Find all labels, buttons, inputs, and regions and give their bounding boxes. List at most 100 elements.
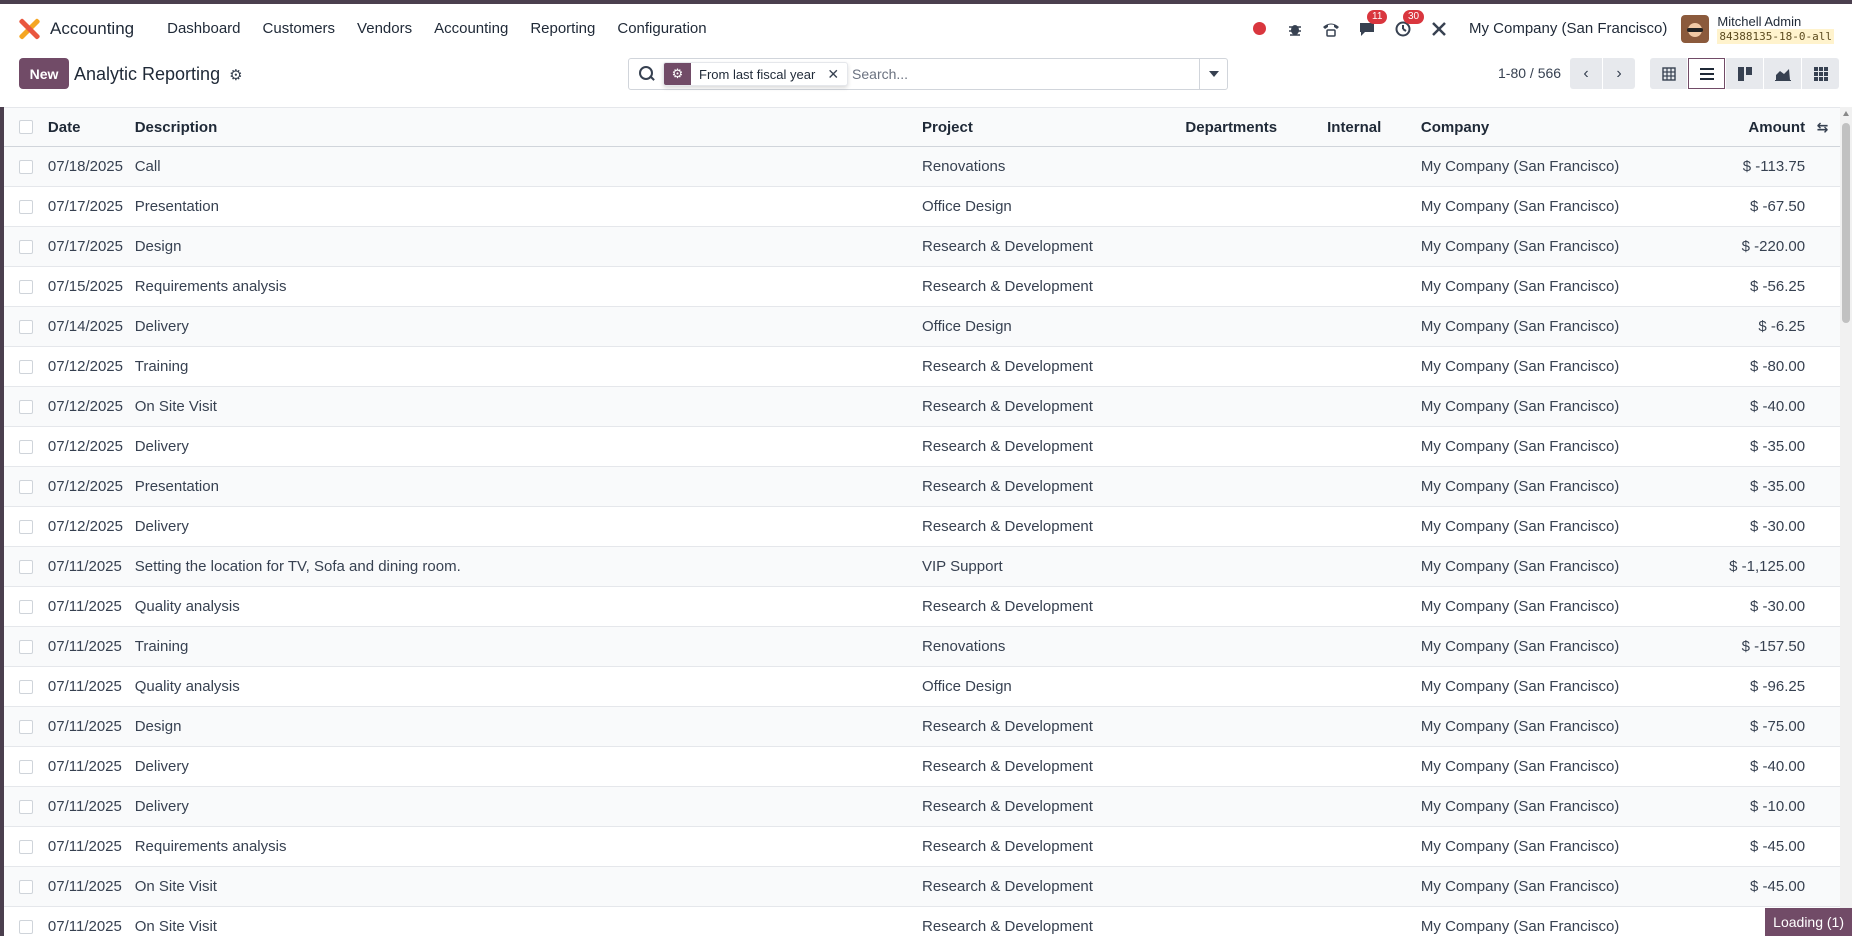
table-row[interactable]: 07/11/2025 Setting the location for TV, S…	[4, 547, 1840, 587]
row-checkbox[interactable]	[18, 279, 33, 294]
avatar	[1681, 14, 1710, 43]
scroll-up-icon[interactable]	[1843, 111, 1849, 116]
col-amount[interactable]: Amount	[1690, 119, 1805, 136]
kanban-view-icon[interactable]	[1726, 58, 1763, 89]
menu-vendors[interactable]: Vendors	[346, 20, 423, 37]
row-select-cell	[4, 279, 48, 294]
scrollbar[interactable]	[1840, 107, 1852, 936]
phone-icon[interactable]	[1321, 19, 1341, 39]
recording-dot-icon[interactable]	[1249, 19, 1269, 39]
cell-project: Research & Development	[922, 838, 1093, 855]
menu-customers[interactable]: Customers	[252, 20, 347, 37]
grid-view-icon[interactable]	[1802, 58, 1839, 89]
cell-project: Research & Development	[922, 518, 1093, 535]
col-project[interactable]: Project	[922, 119, 1185, 136]
table-row[interactable]: 07/11/2025 Delivery Research & Development…	[4, 787, 1840, 827]
row-checkbox[interactable]	[18, 599, 33, 614]
row-checkbox[interactable]	[18, 199, 33, 214]
pager-previous-button[interactable]: ‹	[1570, 58, 1602, 89]
table-row[interactable]: 07/11/2025 Design Research & Development My…	[4, 707, 1840, 747]
cell-description: Delivery	[134, 318, 189, 335]
row-checkbox[interactable]	[18, 919, 33, 934]
table-row[interactable]: 07/11/2025 Training Renovations My Company …	[4, 627, 1840, 667]
menu-configuration[interactable]: Configuration	[606, 20, 717, 37]
table-row[interactable]: 07/18/2025 Call Renovations My Company (San…	[4, 147, 1840, 187]
row-select-cell	[4, 359, 48, 374]
search-input[interactable]	[852, 66, 1199, 82]
bug-icon[interactable]	[1285, 19, 1305, 39]
table-row[interactable]: 07/12/2025 Training Research & Development…	[4, 347, 1840, 387]
row-select-cell	[4, 559, 48, 574]
table-row[interactable]: 07/12/2025 Delivery Research & Development…	[4, 507, 1840, 547]
col-company[interactable]: Company	[1421, 119, 1690, 136]
col-departments[interactable]: Departments	[1185, 119, 1327, 136]
tools-icon[interactable]	[1429, 19, 1449, 39]
row-checkbox[interactable]	[18, 679, 33, 694]
pager-next-button[interactable]: ›	[1603, 58, 1635, 89]
search-panel-toggle[interactable]	[1199, 59, 1227, 89]
row-checkbox[interactable]	[18, 399, 33, 414]
row-checkbox[interactable]	[18, 559, 33, 574]
table-row[interactable]: 07/11/2025 Delivery Research & Development…	[4, 747, 1840, 787]
table-row[interactable]: 07/11/2025 Requirements analysis Research …	[4, 827, 1840, 867]
table-row[interactable]: 07/15/2025 Requirements analysis Research …	[4, 267, 1840, 307]
table-row[interactable]: 07/11/2025 Quality analysis Research & Dev…	[4, 587, 1840, 627]
graph-view-icon[interactable]	[1764, 58, 1801, 89]
table-body: 07/18/2025 Call Renovations My Company (San…	[4, 147, 1840, 936]
row-checkbox[interactable]	[18, 799, 33, 814]
row-checkbox[interactable]	[18, 839, 33, 854]
activities-clock-icon[interactable]: 30	[1393, 9, 1425, 39]
menu-dashboard[interactable]: Dashboard	[156, 20, 251, 37]
cell-description: Design	[134, 238, 182, 255]
cell-company: My Company (San Francisco)	[1420, 478, 1620, 495]
search-facet[interactable]: ⚙ From last fiscal year ✕	[663, 62, 849, 86]
cell-company: My Company (San Francisco)	[1420, 198, 1620, 215]
table-row[interactable]: 07/17/2025 Presentation Office Design My Co…	[4, 187, 1840, 227]
table-row[interactable]: 07/14/2025 Delivery Office Design My Compan…	[4, 307, 1840, 347]
cell-company: My Company (San Francisco)	[1420, 838, 1620, 855]
cell-amount: $ -75.00	[1750, 718, 1806, 735]
col-date[interactable]: Date	[48, 119, 135, 136]
messages-icon[interactable]: 11	[1357, 9, 1388, 39]
row-select-cell	[4, 399, 48, 414]
row-checkbox[interactable]	[18, 759, 33, 774]
table-row[interactable]: 07/17/2025 Design Research & Development My…	[4, 227, 1840, 267]
row-checkbox[interactable]	[18, 159, 33, 174]
row-checkbox[interactable]	[18, 479, 33, 494]
table-row[interactable]: 07/11/2025 On Site Visit Research & Develo…	[4, 867, 1840, 907]
user-menu[interactable]: Mitchell Admin 84388135-18-0-all	[1681, 14, 1834, 44]
app-brand[interactable]: Accounting	[18, 17, 156, 40]
pager-value[interactable]: 1-80 / 566	[1498, 65, 1561, 81]
cell-amount: $ -96.25	[1750, 678, 1806, 695]
col-internal[interactable]: Internal	[1327, 119, 1421, 136]
optional-columns-toggle[interactable]: ⇆	[1805, 119, 1840, 136]
row-checkbox[interactable]	[18, 519, 33, 534]
list-view-icon[interactable]	[1688, 58, 1725, 89]
row-checkbox[interactable]	[18, 879, 33, 894]
new-button[interactable]: New	[19, 58, 69, 89]
cell-description: Call	[134, 158, 161, 175]
menu-accounting[interactable]: Accounting	[423, 20, 519, 37]
row-checkbox[interactable]	[18, 439, 33, 454]
row-checkbox[interactable]	[18, 639, 33, 654]
scroll-thumb[interactable]	[1842, 123, 1850, 323]
table-row[interactable]: 07/12/2025 On Site Visit Research & Develo…	[4, 387, 1840, 427]
row-checkbox[interactable]	[18, 239, 33, 254]
search-icon[interactable]	[639, 66, 655, 82]
col-description[interactable]: Description	[135, 119, 922, 136]
table-row[interactable]: 07/11/2025 Quality analysis Office Design M…	[4, 667, 1840, 707]
table-row[interactable]: 07/12/2025 Presentation Research & Develop…	[4, 467, 1840, 507]
row-checkbox[interactable]	[18, 319, 33, 334]
cell-amount: $ -45.00	[1750, 838, 1806, 855]
select-all-checkbox[interactable]	[18, 120, 33, 134]
company-switcher[interactable]: My Company (San Francisco)	[1469, 20, 1667, 37]
cell-amount: $ -6.25	[1758, 318, 1806, 335]
close-icon[interactable]: ✕	[823, 66, 847, 83]
row-checkbox[interactable]	[18, 359, 33, 374]
gear-icon[interactable]: ⚙	[229, 66, 242, 84]
table-row[interactable]: 07/11/2025 On Site Visit Research & Develo…	[4, 907, 1840, 936]
table-row[interactable]: 07/12/2025 Delivery Research & Development…	[4, 427, 1840, 467]
pivot-view-icon[interactable]	[1650, 58, 1687, 89]
row-checkbox[interactable]	[18, 719, 33, 734]
menu-reporting[interactable]: Reporting	[519, 20, 606, 37]
